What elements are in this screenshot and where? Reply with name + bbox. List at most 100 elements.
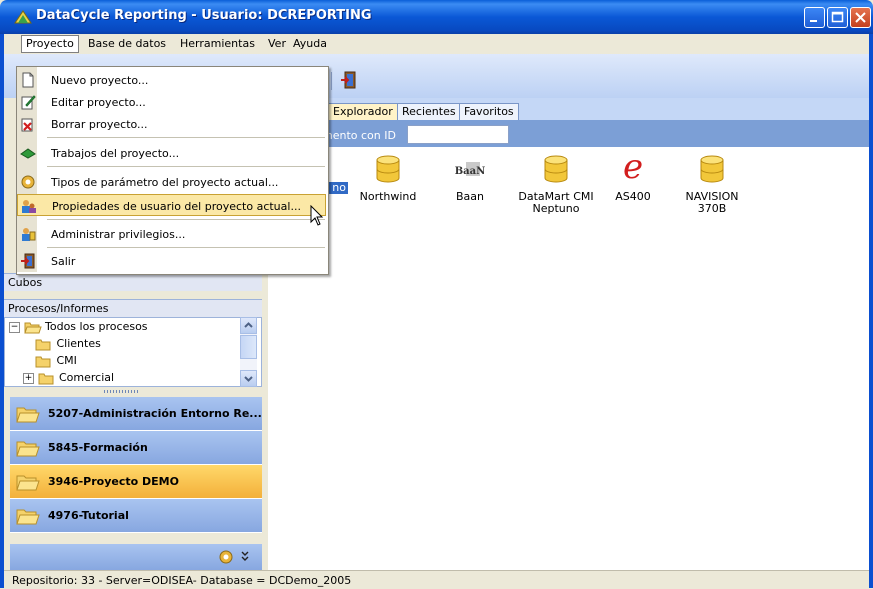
project-item[interactable]: 4976-Tutorial: [10, 499, 262, 533]
pane-splitter-grip[interactable]: [104, 390, 140, 393]
tree-expander[interactable]: −: [9, 321, 20, 333]
toolbar-separator: [331, 72, 332, 90]
jobs-icon: [20, 148, 36, 159]
menu-item-label: Propiedades de usuario del proyecto actu…: [52, 200, 301, 213]
menu-item-label: Editar proyecto...: [51, 96, 146, 109]
tab-favoritos[interactable]: Favoritos: [459, 103, 519, 120]
mouse-pointer-icon: [310, 205, 324, 226]
tree-row[interactable]: − Todos los procesos: [9, 318, 148, 335]
menu-item-nuevo-proyecto[interactable]: Nuevo proyecto...: [17, 69, 326, 91]
menu-ver[interactable]: Ver: [263, 36, 291, 52]
database-item[interactable]: DataMart CMI Neptuno: [516, 154, 596, 215]
menu-item-propiedades-usuario[interactable]: Propiedades de usuario del proyecto actu…: [17, 194, 326, 216]
menu-item-label: Tipos de parámetro del proyecto actual..…: [51, 176, 279, 189]
search-id-input[interactable]: [407, 125, 509, 144]
database-label: no: [328, 182, 348, 194]
folder-icon: [35, 339, 51, 351]
scroll-up-button[interactable]: [240, 317, 257, 334]
project-label: 5207-Administración Entorno Re...: [48, 407, 262, 420]
scroll-thumb[interactable]: [240, 335, 257, 359]
menu-ayuda[interactable]: Ayuda: [288, 36, 332, 52]
process-tree: − Todos los procesos Clientes CMI + Come…: [4, 317, 262, 387]
database-icon: [376, 155, 400, 183]
gears-icon[interactable]: [217, 548, 235, 566]
chevron-up-icon: [244, 322, 253, 328]
tree-label: Clientes: [56, 337, 101, 350]
project-label: 4976-Tutorial: [48, 509, 129, 522]
menu-bar: Proyecto Base de datos Herramientas Ver …: [4, 34, 869, 54]
tree-label: CMI: [56, 354, 77, 367]
minimize-icon: [810, 20, 817, 22]
menu-item-administrar-privilegios[interactable]: Administrar privilegios...: [17, 223, 326, 245]
folder-icon: [35, 356, 51, 368]
e-logo-text: e: [623, 150, 643, 184]
scroll-down-button[interactable]: [240, 370, 257, 387]
database-label: Baan: [456, 190, 484, 203]
delete-icon: [21, 118, 33, 132]
new-document-icon: [22, 72, 34, 88]
chevron-double-down-icon[interactable]: [240, 550, 250, 564]
project-label: 5845-Formación: [48, 441, 148, 454]
exit-toolbar-icon[interactable]: [340, 71, 358, 89]
menu-separator: [47, 219, 325, 220]
project-item[interactable]: 5207-Administración Entorno Re...: [10, 397, 262, 431]
processes-header[interactable]: Procesos/Informes: [4, 299, 262, 317]
menu-item-salir[interactable]: Salir: [17, 250, 326, 272]
e-logo-icon: e: [623, 150, 643, 184]
database-item[interactable]: NAVISION 370B: [672, 154, 752, 215]
chevron-down-icon: [244, 376, 253, 382]
menu-item-label: Administrar privilegios...: [51, 228, 186, 241]
baan-logo-icon: BaaN: [455, 162, 486, 177]
menu-item-label: Borrar proyecto...: [51, 118, 148, 131]
menu-separator: [47, 166, 325, 167]
cubes-header[interactable]: Cubos: [4, 273, 262, 291]
project-item-selected[interactable]: 3946-Proyecto DEMO: [10, 465, 262, 499]
window-frame-right: [869, 34, 873, 588]
folder-open-icon: [23, 322, 42, 334]
tree-row[interactable]: Clientes: [35, 335, 101, 352]
menu-item-label: Trabajos del proyecto...: [51, 147, 180, 160]
tree-scrollbar[interactable]: [240, 317, 257, 387]
folder-icon: [38, 373, 53, 385]
close-icon: [855, 12, 866, 23]
project-folder-icon: [16, 509, 40, 525]
title-bar[interactable]: DataCycle Reporting - Usuario: DCREPORTI…: [0, 0, 873, 34]
projects-footer: [10, 544, 262, 570]
status-text: Repositorio: 33 - Server=ODISEA- Databas…: [12, 574, 352, 587]
menu-item-label: Nuevo proyecto...: [51, 74, 149, 87]
database-label: Northwind: [359, 190, 417, 203]
baan-logo-text: BaaN: [455, 166, 486, 177]
privileges-icon: [22, 228, 36, 241]
project-item[interactable]: 5845-Formación: [10, 431, 262, 465]
menu-item-borrar-proyecto[interactable]: Borrar proyecto...: [17, 113, 326, 135]
window-title: DataCycle Reporting - Usuario: DCREPORTI…: [36, 8, 372, 23]
menu-herramientas[interactable]: Herramientas: [175, 36, 260, 52]
status-bar: Repositorio: 33 - Server=ODISEA- Databas…: [4, 570, 869, 589]
menu-base-de-datos[interactable]: Base de datos: [83, 36, 171, 52]
database-item[interactable]: BaaN Baan: [430, 154, 510, 203]
database-icon: [544, 155, 568, 183]
exit-icon: [21, 253, 35, 269]
edit-icon: [21, 95, 36, 110]
menu-separator: [47, 137, 325, 138]
tree-expander[interactable]: +: [23, 372, 34, 384]
tab-explorador[interactable]: Explorador: [328, 103, 398, 120]
tree-row[interactable]: + Comercial: [23, 369, 114, 386]
menu-item-trabajos[interactable]: Trabajos del proyecto...: [17, 142, 326, 164]
close-button[interactable]: [850, 7, 871, 28]
minimize-button[interactable]: [804, 7, 825, 28]
maximize-button[interactable]: [827, 7, 848, 28]
tab-recientes[interactable]: Recientes: [397, 103, 461, 120]
database-item[interactable]: e AS400: [593, 150, 673, 203]
users-icon: [22, 200, 36, 213]
tree-row[interactable]: CMI: [35, 352, 77, 369]
gears-icon: [21, 175, 35, 189]
database-item[interactable]: Northwind: [348, 154, 428, 203]
menu-item-editar-proyecto[interactable]: Editar proyecto...: [17, 91, 326, 113]
menu-proyecto[interactable]: Proyecto: [21, 35, 79, 53]
project-folder-icon: [16, 475, 40, 491]
tree-label: Todos los procesos: [45, 320, 148, 333]
menu-item-tipos-parametro[interactable]: Tipos de parámetro del proyecto actual..…: [17, 171, 326, 193]
menu-separator: [47, 247, 325, 248]
project-folder-icon: [16, 407, 40, 423]
